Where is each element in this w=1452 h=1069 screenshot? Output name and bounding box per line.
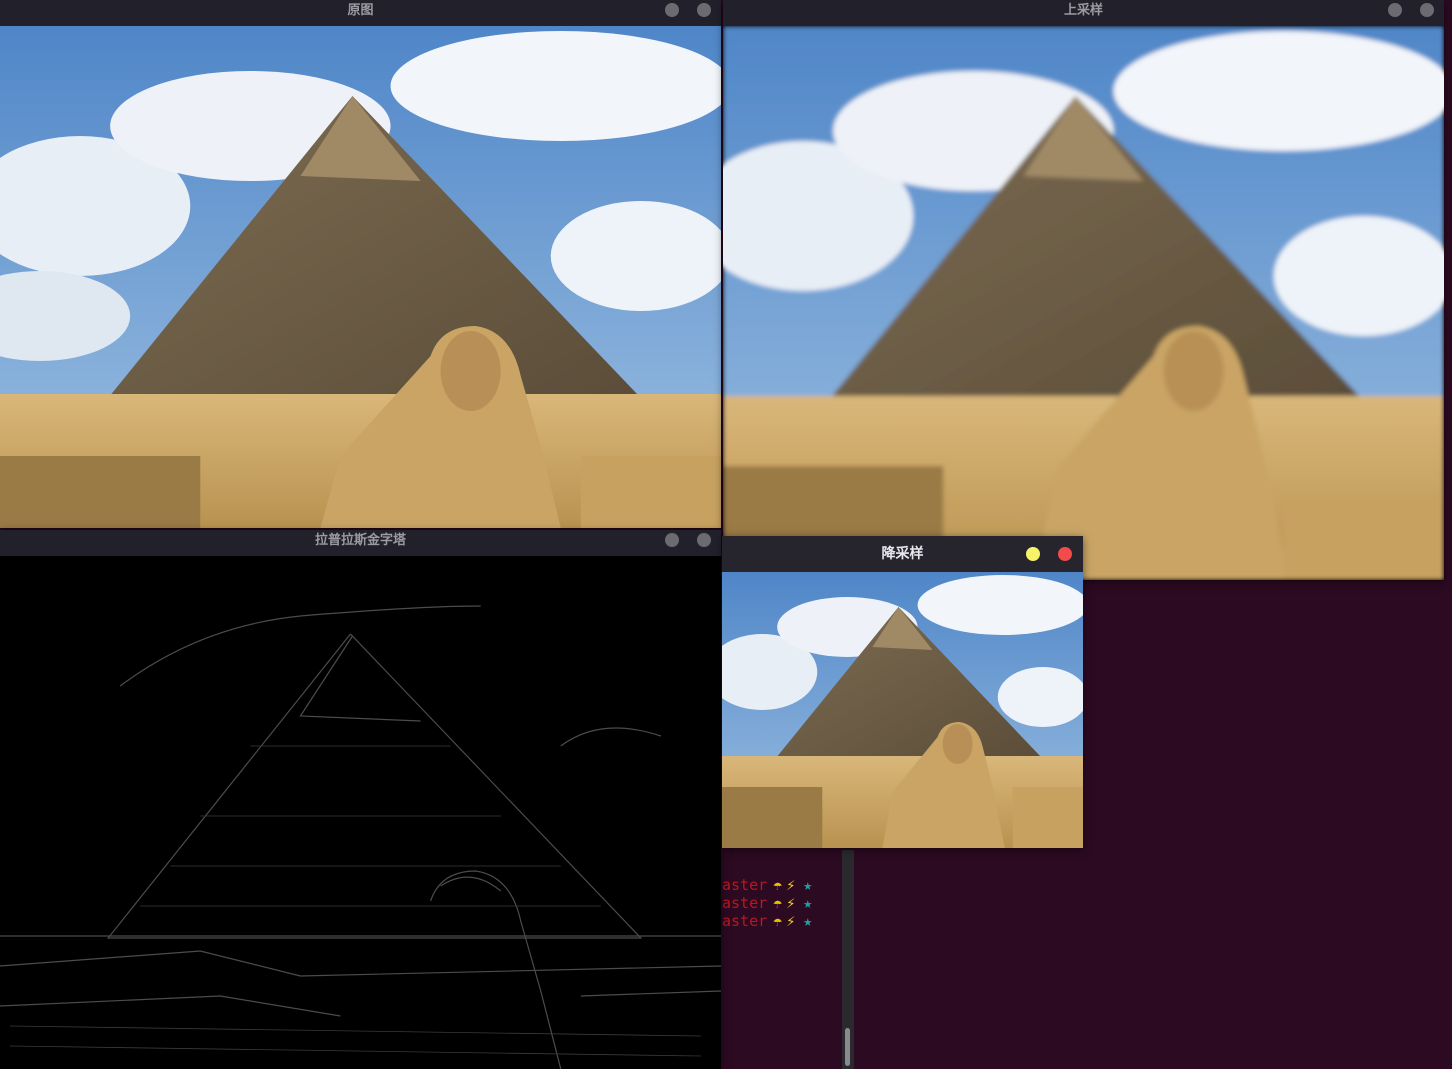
upsample-window[interactable]: 上采样 — [723, 0, 1444, 580]
terminal-line: aster ☂ ⚡ ★ — [722, 894, 812, 912]
terminal[interactable]: aster ☂ ⚡ ★ aster ☂ ⚡ ★ aster ☂ ⚡ ★ — [722, 850, 842, 1069]
star-icon: ★ — [803, 912, 813, 930]
window-titlebar[interactable]: 原图 — [0, 0, 721, 26]
minimize-icon[interactable] — [665, 3, 679, 17]
image-canvas — [0, 26, 721, 528]
git-branch-text: aster — [722, 912, 768, 930]
downsample-window[interactable]: 降采样 — [722, 536, 1083, 848]
umbrella-icon: ☂ — [773, 894, 783, 912]
lightning-icon: ⚡ — [786, 912, 796, 930]
star-icon: ★ — [803, 894, 813, 912]
laplacian-edges-image — [0, 566, 721, 1069]
pyramid-photo — [0, 26, 721, 528]
image-canvas — [722, 572, 1083, 848]
pyramid-photo-downsampled — [722, 572, 1083, 848]
umbrella-icon: ☂ — [773, 912, 783, 930]
terminal-line: aster ☂ ⚡ ★ — [722, 876, 812, 894]
close-icon[interactable] — [1058, 547, 1072, 561]
minimize-icon[interactable] — [665, 533, 679, 547]
window-title: 上采样 — [1063, 3, 1103, 18]
window-title: 拉普拉斯金字塔 — [314, 533, 406, 548]
close-icon[interactable] — [697, 533, 711, 547]
terminal-scrollbar-thumb[interactable] — [845, 1028, 850, 1066]
terminal-line: aster ☂ ⚡ ★ — [722, 912, 812, 930]
laplacian-pyramid-window[interactable]: 拉普拉斯金字塔 — [0, 530, 721, 1069]
original-image-window[interactable]: 原图 — [0, 0, 721, 528]
window-titlebar[interactable]: 拉普拉斯金字塔 — [0, 530, 721, 556]
close-icon[interactable] — [1420, 3, 1434, 17]
lightning-icon: ⚡ — [786, 876, 796, 894]
window-titlebar[interactable]: 降采样 — [722, 536, 1083, 572]
git-branch-text: aster — [722, 876, 768, 894]
desktop: aster ☂ ⚡ ★ aster ☂ ⚡ ★ aster ☂ ⚡ ★ 原图 上… — [0, 0, 1452, 1069]
umbrella-icon: ☂ — [773, 876, 783, 894]
git-branch-text: aster — [722, 894, 768, 912]
star-icon: ★ — [803, 876, 813, 894]
close-icon[interactable] — [697, 3, 711, 17]
minimize-icon[interactable] — [1388, 3, 1402, 17]
window-title: 原图 — [347, 3, 374, 18]
window-titlebar[interactable]: 上采样 — [723, 0, 1444, 26]
pyramid-photo-upsampled — [723, 26, 1444, 580]
image-canvas — [723, 26, 1444, 580]
image-canvas — [0, 566, 721, 1069]
window-title: 降采样 — [881, 546, 924, 562]
minimize-icon[interactable] — [1026, 547, 1040, 561]
lightning-icon: ⚡ — [786, 894, 796, 912]
